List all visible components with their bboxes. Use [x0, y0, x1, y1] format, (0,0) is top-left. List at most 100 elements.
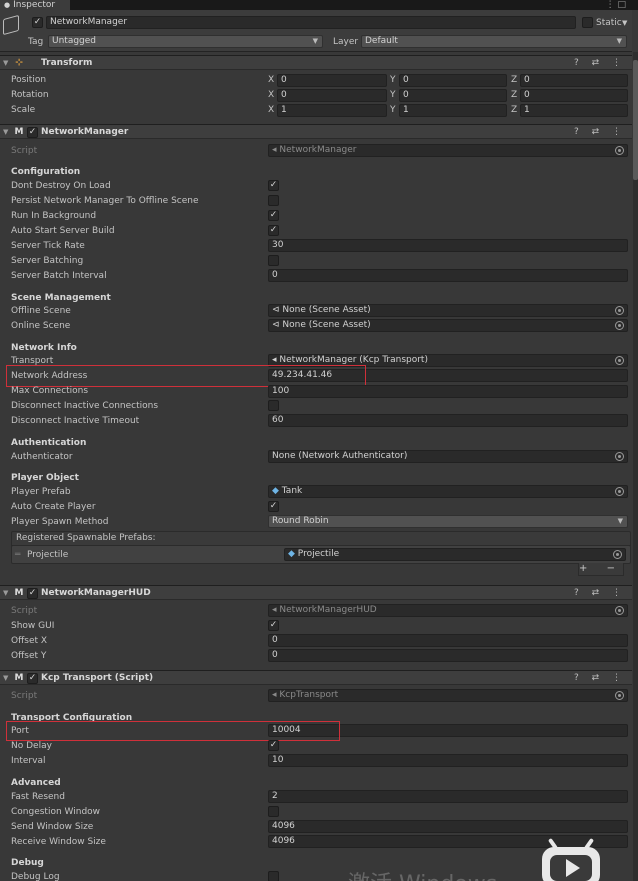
position-label: Position: [11, 75, 47, 85]
position-y-field[interactable]: 0: [399, 74, 507, 87]
prefab-icon: ◆: [272, 486, 279, 496]
disconnect-timeout-label: Disconnect Inactive Timeout: [11, 416, 140, 426]
layer-dropdown[interactable]: Default ▼: [361, 35, 627, 48]
object-picker-icon: [615, 606, 624, 615]
script-file-icon: ◂: [272, 355, 277, 365]
spawn-method-dropdown[interactable]: Round Robin ▼: [268, 515, 628, 528]
offset-y-label: Offset Y: [11, 651, 47, 661]
port-highlight: [6, 721, 340, 741]
component-buttons[interactable]: ? ⇄ ⋮: [574, 56, 626, 70]
scale-y-field[interactable]: 1: [399, 104, 507, 117]
no-delay-checkbox[interactable]: ✓: [268, 740, 279, 751]
object-picker-icon[interactable]: [615, 356, 624, 365]
transform-component-header[interactable]: ▼ ⊹ Transform ? ⇄ ⋮: [0, 55, 632, 70]
spawnable-item-field[interactable]: ◆ Projectile: [284, 548, 626, 561]
gameobject-name-input[interactable]: NetworkManager: [46, 16, 576, 29]
component-enabled-checkbox[interactable]: ✓: [27, 588, 38, 599]
auto-create-checkbox[interactable]: ✓: [268, 501, 279, 512]
layer-label: Layer: [333, 37, 359, 47]
online-scene-field[interactable]: ⊲ None (Scene Asset): [268, 319, 628, 332]
component-enabled-checkbox[interactable]: ✓: [27, 673, 38, 684]
fold-arrow-icon[interactable]: ▼: [3, 125, 8, 139]
fold-arrow-icon[interactable]: ▼: [3, 671, 8, 685]
scene-asset-icon: ⊲: [272, 305, 280, 315]
fast-resend-input[interactable]: 2: [268, 790, 628, 803]
list-add-remove-buttons[interactable]: + −: [578, 563, 624, 576]
persist-checkbox[interactable]: [268, 195, 279, 206]
gameobject-active-checkbox[interactable]: ✓: [32, 17, 43, 28]
authentication-header: Authentication: [11, 438, 87, 448]
axis-y-label: Y: [390, 105, 396, 115]
player-prefab-field[interactable]: ◆ Tank: [268, 485, 628, 498]
fold-arrow-icon[interactable]: ▼: [3, 586, 8, 600]
rotation-z-field[interactable]: 0: [520, 89, 628, 102]
networkmanager-component-header[interactable]: ▼ M ✓ NetworkManager ? ⇄ ⋮: [0, 124, 632, 139]
batch-interval-label: Server Batch Interval: [11, 271, 107, 281]
axis-y-label: Y: [390, 90, 396, 100]
component-buttons[interactable]: ? ⇄ ⋮: [574, 671, 626, 685]
server-batching-checkbox[interactable]: [268, 255, 279, 266]
rotation-y-field[interactable]: 0: [399, 89, 507, 102]
component-buttons[interactable]: ? ⇄ ⋮: [574, 586, 626, 600]
offline-scene-label: Offline Scene: [11, 306, 71, 316]
auto-start-label: Auto Start Server Build: [11, 226, 115, 236]
object-picker-icon[interactable]: [615, 487, 624, 496]
axis-x-label: X: [268, 90, 275, 100]
axis-x-label: X: [268, 105, 275, 115]
send-window-label: Send Window Size: [11, 822, 94, 832]
position-z-field[interactable]: 0: [520, 74, 628, 87]
object-picker-icon[interactable]: [615, 321, 624, 330]
scale-z-field[interactable]: 1: [520, 104, 628, 117]
tick-rate-input[interactable]: 30: [268, 239, 628, 252]
send-window-input[interactable]: 4096: [268, 820, 628, 833]
offset-y-input[interactable]: 0: [268, 649, 628, 662]
scrollbar-thumb[interactable]: [633, 60, 638, 180]
show-gui-checkbox[interactable]: ✓: [268, 620, 279, 631]
network-address-highlight: [6, 365, 366, 387]
rotation-x-field[interactable]: 0: [277, 89, 387, 102]
component-enabled-checkbox[interactable]: ✓: [27, 127, 38, 138]
inspector-tab[interactable]: ● Inspector: [0, 0, 70, 10]
networkmanagerhud-component-header[interactable]: ▼ M ✓ NetworkManagerHUD ? ⇄ ⋮: [0, 585, 632, 600]
disconnect-inactive-checkbox[interactable]: [268, 400, 279, 411]
show-gui-label: Show GUI: [11, 621, 55, 631]
scale-x-field[interactable]: 1: [277, 104, 387, 117]
object-picker-icon[interactable]: [613, 550, 622, 559]
static-label[interactable]: Static: [596, 17, 622, 29]
debug-log-checkbox[interactable]: [268, 871, 279, 881]
configuration-header: Configuration: [11, 167, 81, 177]
dont-destroy-checkbox[interactable]: ✓: [268, 180, 279, 191]
max-connections-input[interactable]: 100: [268, 385, 628, 398]
advanced-header: Advanced: [11, 778, 61, 788]
server-batching-label: Server Batching: [11, 256, 84, 266]
activate-windows-watermark: 激活 Windows: [348, 866, 497, 881]
interval-input[interactable]: 10: [268, 754, 628, 767]
script-field: ◂ KcpTransport: [268, 689, 628, 702]
object-picker-icon[interactable]: [615, 306, 624, 315]
static-checkbox[interactable]: [582, 17, 593, 28]
batch-interval-input[interactable]: 0: [268, 269, 628, 282]
scene-asset-icon: ⊲: [272, 320, 280, 330]
object-picker-icon: [615, 691, 624, 700]
run-background-label: Run In Background: [11, 211, 97, 221]
authenticator-field[interactable]: None (Network Authenticator): [268, 450, 628, 463]
offset-x-input[interactable]: 0: [268, 634, 628, 647]
object-picker-icon[interactable]: [615, 452, 624, 461]
script-field: ◂ NetworkManager: [268, 144, 628, 157]
fold-arrow-icon[interactable]: ▼: [3, 56, 8, 70]
drag-handle-icon[interactable]: ═: [15, 549, 20, 561]
axis-z-label: Z: [511, 75, 518, 85]
tab-menu-icon[interactable]: ⋮ □: [606, 0, 626, 10]
tag-dropdown[interactable]: Untagged ▼: [48, 35, 323, 48]
kcptransport-component-header[interactable]: ▼ M ✓ Kcp Transport (Script) ? ⇄ ⋮: [0, 670, 632, 685]
offline-scene-field[interactable]: ⊲ None (Scene Asset): [268, 304, 628, 317]
disconnect-inactive-label: Disconnect Inactive Connections: [11, 401, 159, 411]
run-background-checkbox[interactable]: ✓: [268, 210, 279, 221]
position-x-field[interactable]: 0: [277, 74, 387, 87]
disconnect-timeout-input[interactable]: 60: [268, 414, 628, 427]
static-dropdown-icon[interactable]: ▼: [622, 17, 627, 29]
component-buttons[interactable]: ? ⇄ ⋮: [574, 125, 626, 139]
script-file-icon: ◂: [272, 605, 277, 615]
auto-start-checkbox[interactable]: ✓: [268, 225, 279, 236]
congestion-window-checkbox[interactable]: [268, 806, 279, 817]
